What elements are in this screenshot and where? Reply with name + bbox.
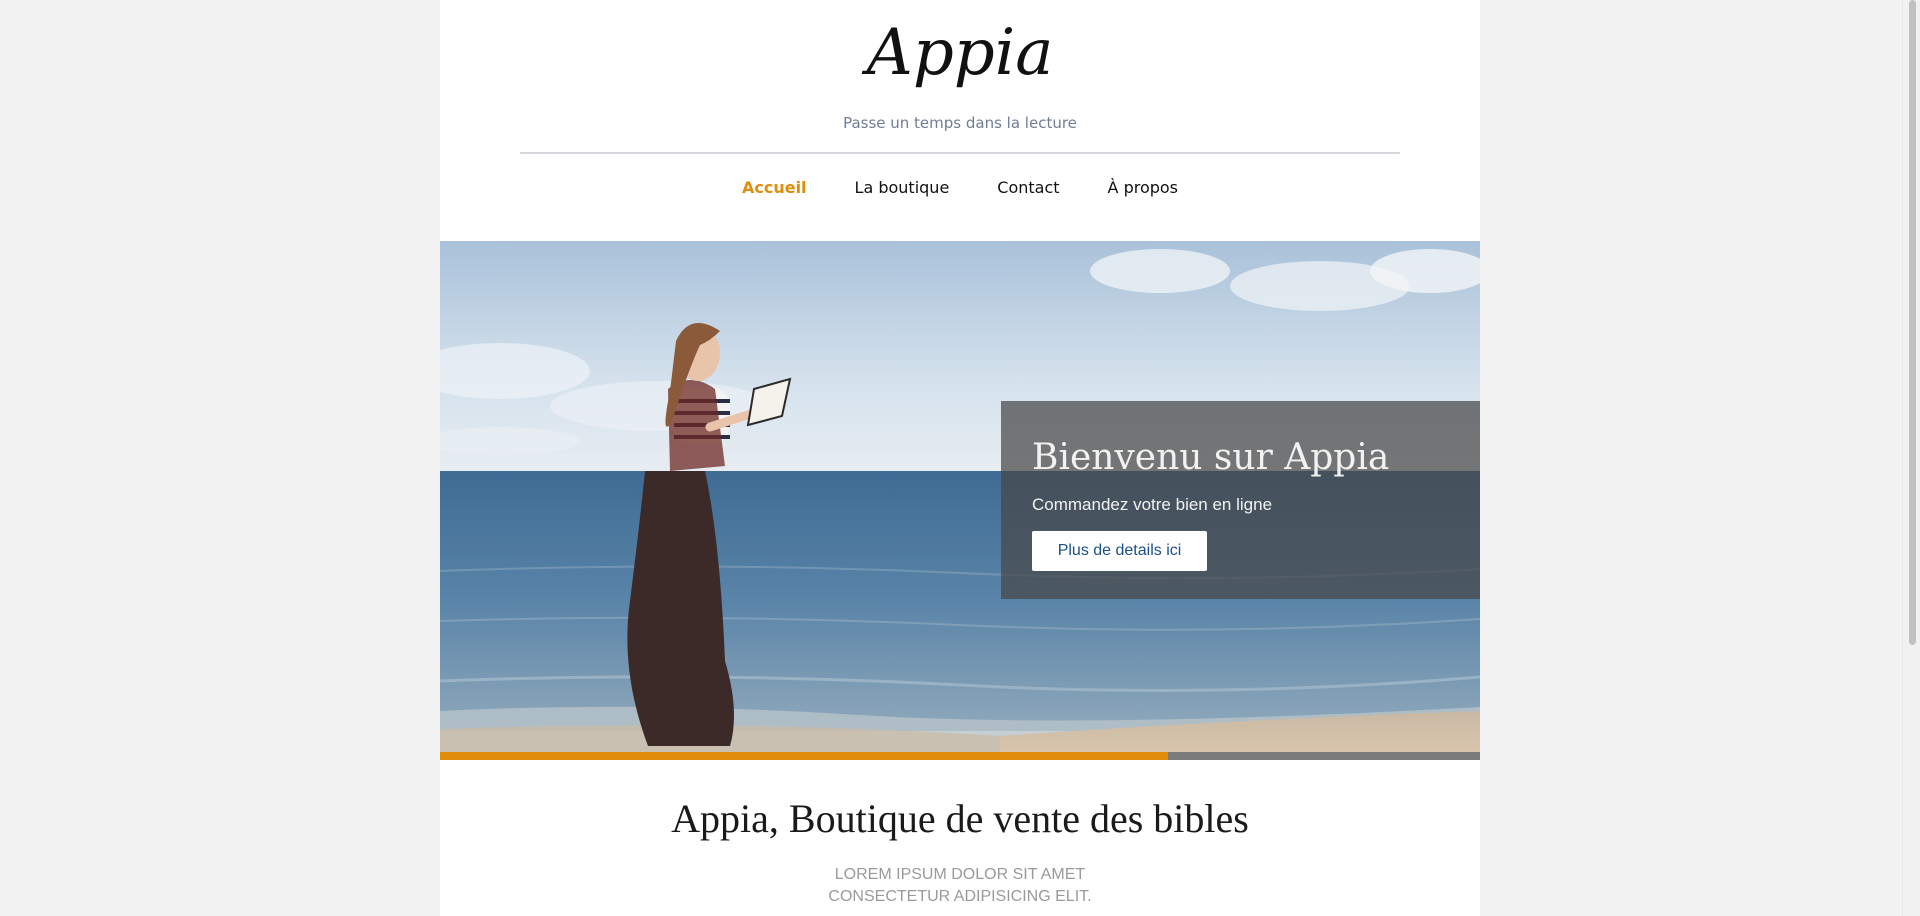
logo-text: Appia [862, 16, 1054, 90]
scrollbar-thumb[interactable] [1909, 0, 1916, 645]
header-divider [520, 152, 1400, 154]
page-container: Appia Passe un temps dans la lecture Acc… [440, 0, 1480, 916]
hero-title: Bienvenu sur Appia [1032, 437, 1390, 478]
slider-progress-bar [440, 752, 1480, 760]
main-nav: Accueil La boutique Contact À propos [440, 178, 1480, 197]
hero-caption: Bienvenu sur Appia Commandez votre bien … [1001, 401, 1480, 599]
logo-script: Appia [862, 16, 1054, 90]
slider-progress-fill [440, 752, 1168, 760]
hero-details-button[interactable]: Plus de details ici [1032, 531, 1207, 572]
page-scrollbar[interactable] [1902, 0, 1920, 916]
site-tagline: Passe un temps dans la lecture [843, 114, 1077, 132]
intro-subtitle: LOREM IPSUM DOLOR SIT AMET CONSECTETUR A… [440, 864, 1480, 908]
intro-line-1: LOREM IPSUM DOLOR SIT AMET [834, 866, 1086, 883]
site-logo[interactable]: Appia [440, 4, 1480, 114]
nav-item-boutique[interactable]: La boutique [855, 178, 950, 197]
nav-item-accueil[interactable]: Accueil [742, 178, 807, 197]
intro-line-2: CONSECTETUR ADIPISICING ELIT. [828, 888, 1092, 905]
nav-item-contact[interactable]: Contact [997, 178, 1059, 197]
hero-subtitle: Commandez votre bien en ligne [1032, 495, 1273, 515]
nav-item-a-propos[interactable]: À propos [1108, 178, 1178, 197]
intro-title: Appia, Boutique de vente des bibles [671, 796, 1249, 841]
